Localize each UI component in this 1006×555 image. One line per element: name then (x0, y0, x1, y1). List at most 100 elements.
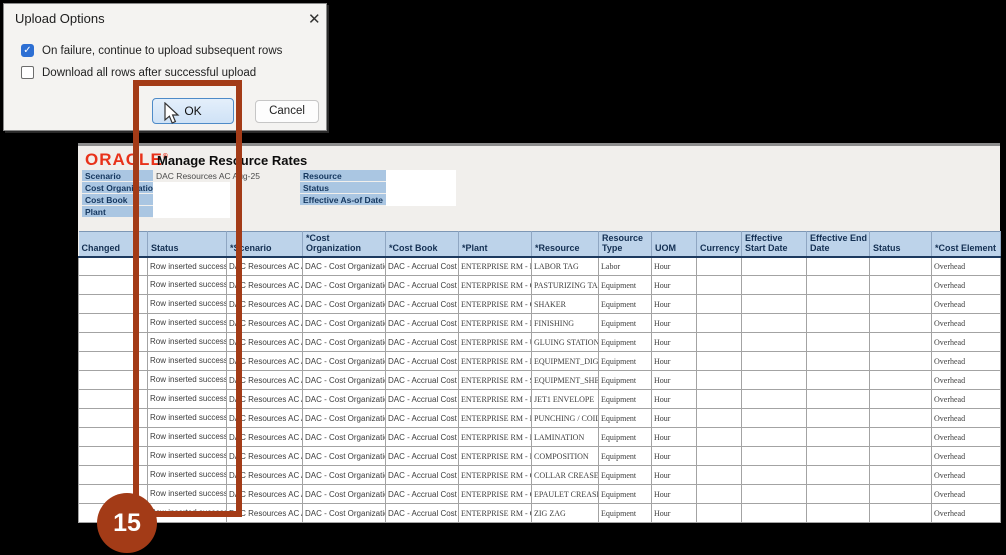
cell-eff-start[interactable] (741, 465, 807, 486)
cell-cost-book[interactable]: DAC - Accrual Cost Book (385, 465, 459, 486)
cell-cost-org[interactable]: DAC - Cost Organization (302, 408, 386, 429)
cell-currency[interactable] (696, 389, 742, 410)
cell-currency[interactable] (696, 256, 742, 277)
cell-status2[interactable] (869, 351, 932, 372)
cell-resource[interactable]: PASTURIZING TANK (531, 275, 599, 296)
cell-currency[interactable] (696, 313, 742, 334)
cell-eff-start[interactable] (741, 294, 807, 315)
cell-uom[interactable]: Hour (651, 446, 697, 467)
cell-uom[interactable]: Hour (651, 465, 697, 486)
cell-plant[interactable]: ENTERPRISE RM - COL (458, 503, 532, 524)
cell-plant[interactable]: ENTERPRISE RM - CAN (458, 294, 532, 315)
cell-eff-start[interactable] (741, 446, 807, 467)
cell-status2[interactable] (869, 427, 932, 448)
cell-resource[interactable]: ZIG ZAG (531, 503, 599, 524)
cell-cost-element[interactable]: Overhead (931, 294, 1001, 315)
cell-type[interactable]: Equipment (598, 484, 652, 505)
cell-cost-element[interactable]: Overhead (931, 465, 1001, 486)
cell-cost-book[interactable]: DAC - Accrual Cost Book (385, 332, 459, 353)
cell-cost-book[interactable]: DAC - Accrual Cost Book (385, 503, 459, 524)
cell-resource[interactable]: COMPOSITION (531, 446, 599, 467)
cell-resource[interactable]: FINISHING (531, 313, 599, 334)
cell-status2[interactable] (869, 446, 932, 467)
cell-type[interactable]: Equipment (598, 313, 652, 334)
cell-eff-start[interactable] (741, 408, 807, 429)
cell-uom[interactable]: Hour (651, 294, 697, 315)
cell-status2[interactable] (869, 370, 932, 391)
cell-eff-start[interactable] (741, 370, 807, 391)
cell-currency[interactable] (696, 484, 742, 505)
cell-type[interactable]: Equipment (598, 351, 652, 372)
cell-cost-book[interactable]: DAC - Accrual Cost Book (385, 484, 459, 505)
cell-status2[interactable] (869, 313, 932, 334)
cell-cost-element[interactable]: Overhead (931, 503, 1001, 524)
cell-eff-end[interactable] (806, 408, 870, 429)
cell-type[interactable]: Equipment (598, 465, 652, 486)
cell-type[interactable]: Equipment (598, 389, 652, 410)
cell-eff-start[interactable] (741, 503, 807, 524)
cell-resource[interactable]: LABOR TAG (531, 256, 599, 277)
cell-eff-start[interactable] (741, 313, 807, 334)
cell-eff-end[interactable] (806, 313, 870, 334)
cell-eff-end[interactable] (806, 503, 870, 524)
cell-currency[interactable] (696, 446, 742, 467)
cell-plant[interactable]: ENTERPRISE RM - SIG (458, 370, 532, 391)
cell-cost-book[interactable]: DAC - Accrual Cost Book (385, 370, 459, 391)
cell-cost-book[interactable]: DAC - Accrual Cost Book (385, 446, 459, 467)
cell-resource[interactable]: LAMINATION (531, 427, 599, 448)
cell-cost-element[interactable]: Overhead (931, 389, 1001, 410)
cell-eff-end[interactable] (806, 294, 870, 315)
cell-cost-element[interactable]: Overhead (931, 484, 1001, 505)
cell-cost-book[interactable]: DAC - Accrual Cost Book (385, 313, 459, 334)
cell-cost-element[interactable]: Overhead (931, 313, 1001, 334)
cell-cost-element[interactable]: Overhead (931, 408, 1001, 429)
cell-plant[interactable]: ENTERPRISE RM - UPH (458, 332, 532, 353)
cell-uom[interactable]: Hour (651, 256, 697, 277)
cell-cost-book[interactable]: DAC - Accrual Cost Book (385, 427, 459, 448)
cell-eff-end[interactable] (806, 389, 870, 410)
cell-currency[interactable] (696, 275, 742, 296)
cell-uom[interactable]: Hour (651, 484, 697, 505)
cell-cost-book[interactable]: DAC - Accrual Cost Book (385, 351, 459, 372)
checkbox-download-all[interactable]: ✓ (21, 66, 34, 79)
cell-type[interactable]: Equipment (598, 294, 652, 315)
cell-plant[interactable]: ENTERPRISE RM - LIC (458, 351, 532, 372)
cell-eff-end[interactable] (806, 332, 870, 353)
cell-plant[interactable]: ENTERPRISE RM - PRI (458, 389, 532, 410)
cell-plant[interactable]: ENTERPRISE RM - PRI (458, 446, 532, 467)
cell-cost-book[interactable]: DAC - Accrual Cost Book (385, 408, 459, 429)
cell-eff-start[interactable] (741, 332, 807, 353)
cell-type[interactable]: Equipment (598, 503, 652, 524)
cell-resource[interactable]: EQUIPMENT_DIGITAL (531, 351, 599, 372)
cell-cost-org[interactable]: DAC - Cost Organization (302, 294, 386, 315)
cell-plant[interactable]: ENTERPRISE RM - COL (458, 465, 532, 486)
cell-uom[interactable]: Hour (651, 351, 697, 372)
cell-plant[interactable]: ENTERPRISE RM - COL (458, 484, 532, 505)
cell-status2[interactable] (869, 332, 932, 353)
cell-uom[interactable]: Hour (651, 370, 697, 391)
cell-cost-org[interactable]: DAC - Cost Organization (302, 389, 386, 410)
cell-currency[interactable] (696, 408, 742, 429)
cell-cost-org[interactable]: DAC - Cost Organization (302, 275, 386, 296)
cell-cost-org[interactable]: DAC - Cost Organization (302, 427, 386, 448)
cell-eff-end[interactable] (806, 427, 870, 448)
cell-type[interactable]: Equipment (598, 275, 652, 296)
cell-status2[interactable] (869, 294, 932, 315)
cell-uom[interactable]: Hour (651, 275, 697, 296)
cell-type[interactable]: Equipment (598, 446, 652, 467)
cell-status2[interactable] (869, 389, 932, 410)
cell-cost-element[interactable]: Overhead (931, 446, 1001, 467)
cell-cost-element[interactable]: Overhead (931, 427, 1001, 448)
cell-eff-end[interactable] (806, 275, 870, 296)
cell-cost-element[interactable]: Overhead (931, 351, 1001, 372)
cell-cost-element[interactable]: Overhead (931, 256, 1001, 277)
cell-status2[interactable] (869, 275, 932, 296)
cell-cost-org[interactable]: DAC - Cost Organization (302, 256, 386, 277)
cell-cost-org[interactable]: DAC - Cost Organization (302, 446, 386, 467)
cell-eff-start[interactable] (741, 427, 807, 448)
cell-eff-start[interactable] (741, 484, 807, 505)
cell-status2[interactable] (869, 408, 932, 429)
cell-cost-org[interactable]: DAC - Cost Organization (302, 351, 386, 372)
right-form-value-box[interactable] (386, 170, 456, 206)
cell-cost-org[interactable]: DAC - Cost Organization (302, 332, 386, 353)
